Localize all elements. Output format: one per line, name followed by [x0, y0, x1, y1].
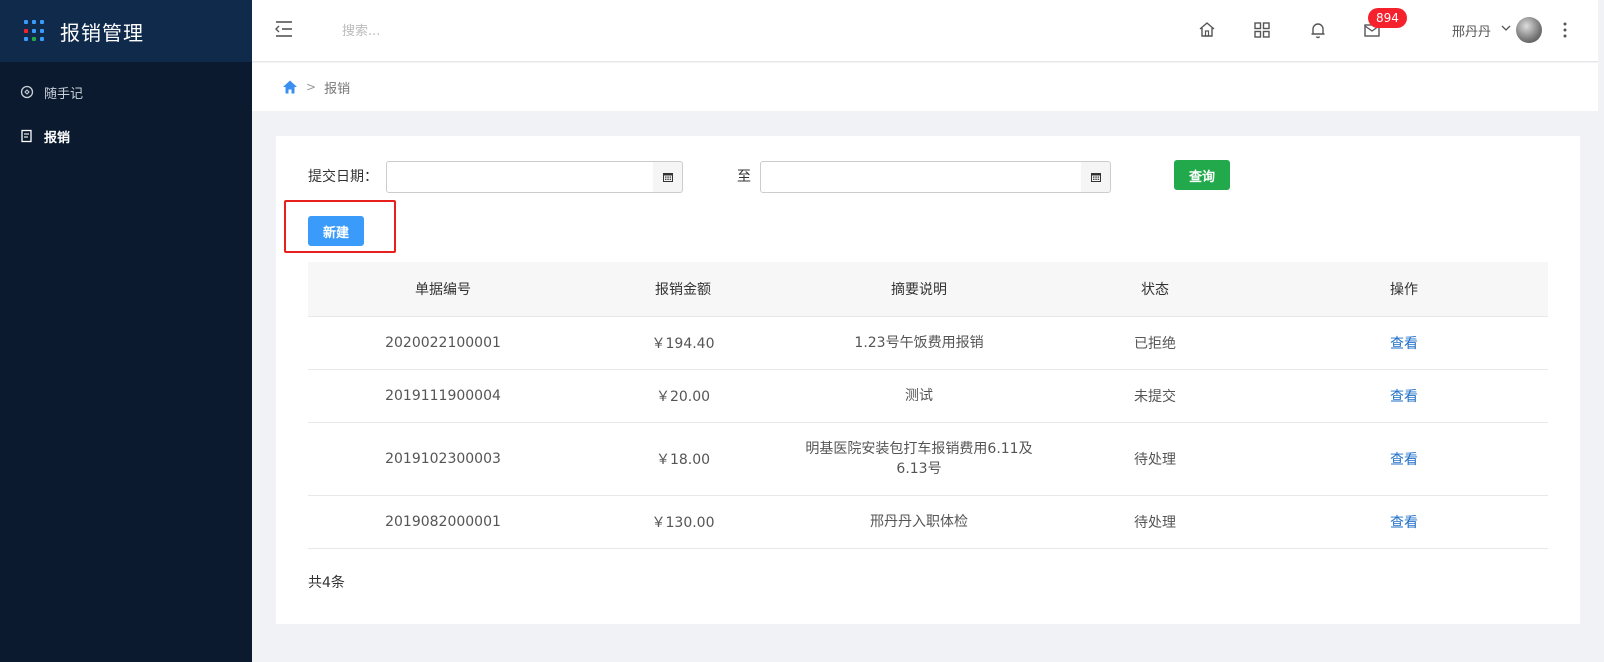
- chevron-down-icon[interactable]: [1500, 22, 1512, 34]
- bell-icon[interactable]: [1308, 20, 1328, 40]
- row-amount: ￥194.40: [578, 316, 788, 370]
- avatar[interactable]: [1516, 17, 1542, 43]
- row-amount: ￥130.00: [578, 495, 788, 549]
- table-row: 2020022100001 ￥194.40 1.23号午饭费用报销 已拒绝 查看: [308, 316, 1548, 370]
- more-options-icon[interactable]: [1562, 20, 1568, 40]
- total-count: 共4条: [308, 575, 345, 591]
- row-summary: 测试: [788, 369, 1050, 423]
- summary-text: 1.23号午饭费用报销: [854, 334, 984, 351]
- summary-text: 邢丹丹入职体检: [870, 513, 968, 530]
- home-icon[interactable]: [282, 79, 298, 95]
- content-card: 提交日期： 至 查询 新建 单据编号 报销金额 摘要说明 状态 操作 20200…: [276, 136, 1580, 624]
- row-action: 查看: [1260, 422, 1548, 496]
- notebook-icon: [20, 85, 34, 99]
- view-link[interactable]: 查看: [1390, 389, 1418, 405]
- scrollbar[interactable]: [1598, 0, 1604, 662]
- app-title: 报销管理: [60, 20, 144, 45]
- row-action: 查看: [1260, 369, 1548, 423]
- top-header: 894 邢丹丹: [252, 0, 1604, 62]
- start-date-input[interactable]: [386, 161, 654, 193]
- breadcrumb-current: 报销: [324, 81, 351, 97]
- start-date-picker-button[interactable]: [653, 161, 683, 193]
- column-header: 摘要说明: [788, 262, 1050, 317]
- row-amount: ￥18.00: [578, 422, 788, 496]
- summary-text: 明基医院安装包打车报销费用6.11及6.13号: [805, 440, 1033, 477]
- notification-badge: 894: [1368, 8, 1407, 28]
- brand: 报销管理: [0, 0, 252, 62]
- end-date-input[interactable]: [760, 161, 1082, 193]
- reimbursement-table: 单据编号 报销金额 摘要说明 状态 操作 2020022100001 ￥194.…: [308, 262, 1548, 549]
- sidebar-item-label: 报销: [44, 130, 71, 146]
- row-action: 查看: [1260, 316, 1548, 370]
- view-link[interactable]: 查看: [1390, 515, 1418, 531]
- row-id: 2019102300003: [308, 422, 578, 496]
- row-summary: 邢丹丹入职体检: [788, 495, 1050, 549]
- column-header: 报销金额: [578, 262, 788, 317]
- row-summary: 1.23号午饭费用报销: [788, 316, 1050, 370]
- sidebar-item-label: 随手记: [44, 86, 84, 102]
- table-row: 2019111900004 ￥20.00 测试 未提交 查看: [308, 369, 1548, 423]
- end-date-picker-button[interactable]: [1081, 161, 1111, 193]
- calendar-icon: [662, 173, 673, 182]
- column-header: 操作: [1260, 262, 1548, 317]
- row-status: 已拒绝: [1050, 316, 1260, 370]
- row-summary: 明基医院安装包打车报销费用6.11及6.13号: [788, 422, 1050, 496]
- row-status: 待处理: [1050, 495, 1260, 549]
- row-status: 未提交: [1050, 369, 1260, 423]
- calendar-icon: [1090, 173, 1101, 182]
- app-grid-icon: [24, 20, 46, 42]
- search-input[interactable]: [342, 20, 582, 42]
- new-button[interactable]: 新建: [308, 216, 364, 246]
- query-button[interactable]: 查询: [1174, 160, 1230, 190]
- sidebar-item-notes[interactable]: 随手记: [0, 70, 252, 114]
- menu-toggle-icon[interactable]: [274, 20, 294, 38]
- home-icon[interactable]: [1197, 20, 1217, 40]
- row-amount: ￥20.00: [578, 369, 788, 423]
- view-link[interactable]: 查看: [1390, 336, 1418, 352]
- table-row: 2019082000001 ￥130.00 邢丹丹入职体检 待处理 查看: [308, 495, 1548, 549]
- table-row: 2019102300003 ￥18.00 明基医院安装包打车报销费用6.11及6…: [308, 422, 1548, 496]
- row-id: 2019082000001: [308, 495, 578, 549]
- column-header: 状态: [1050, 262, 1260, 317]
- submit-date-label: 提交日期：: [308, 169, 378, 185]
- date-range-to-label: 至: [737, 169, 751, 185]
- apps-icon[interactable]: [1252, 20, 1272, 40]
- breadcrumb-separator: >: [306, 80, 317, 94]
- column-header: 单据编号: [308, 262, 578, 317]
- sidebar-item-reimbursement[interactable]: 报销: [0, 114, 252, 158]
- summary-text: 测试: [905, 387, 933, 404]
- row-action: 查看: [1260, 495, 1548, 549]
- row-status: 待处理: [1050, 422, 1260, 496]
- table-header-row: 单据编号 报销金额 摘要说明 状态 操作: [308, 262, 1548, 317]
- sidebar: 报销管理 随手记 报销: [0, 0, 252, 662]
- view-link[interactable]: 查看: [1390, 452, 1418, 468]
- row-id: 2019111900004: [308, 369, 578, 423]
- breadcrumb: > 报销: [252, 63, 1604, 111]
- receipt-icon: [21, 129, 32, 143]
- user-name[interactable]: 邢丹丹: [1452, 21, 1491, 40]
- row-id: 2020022100001: [308, 316, 578, 370]
